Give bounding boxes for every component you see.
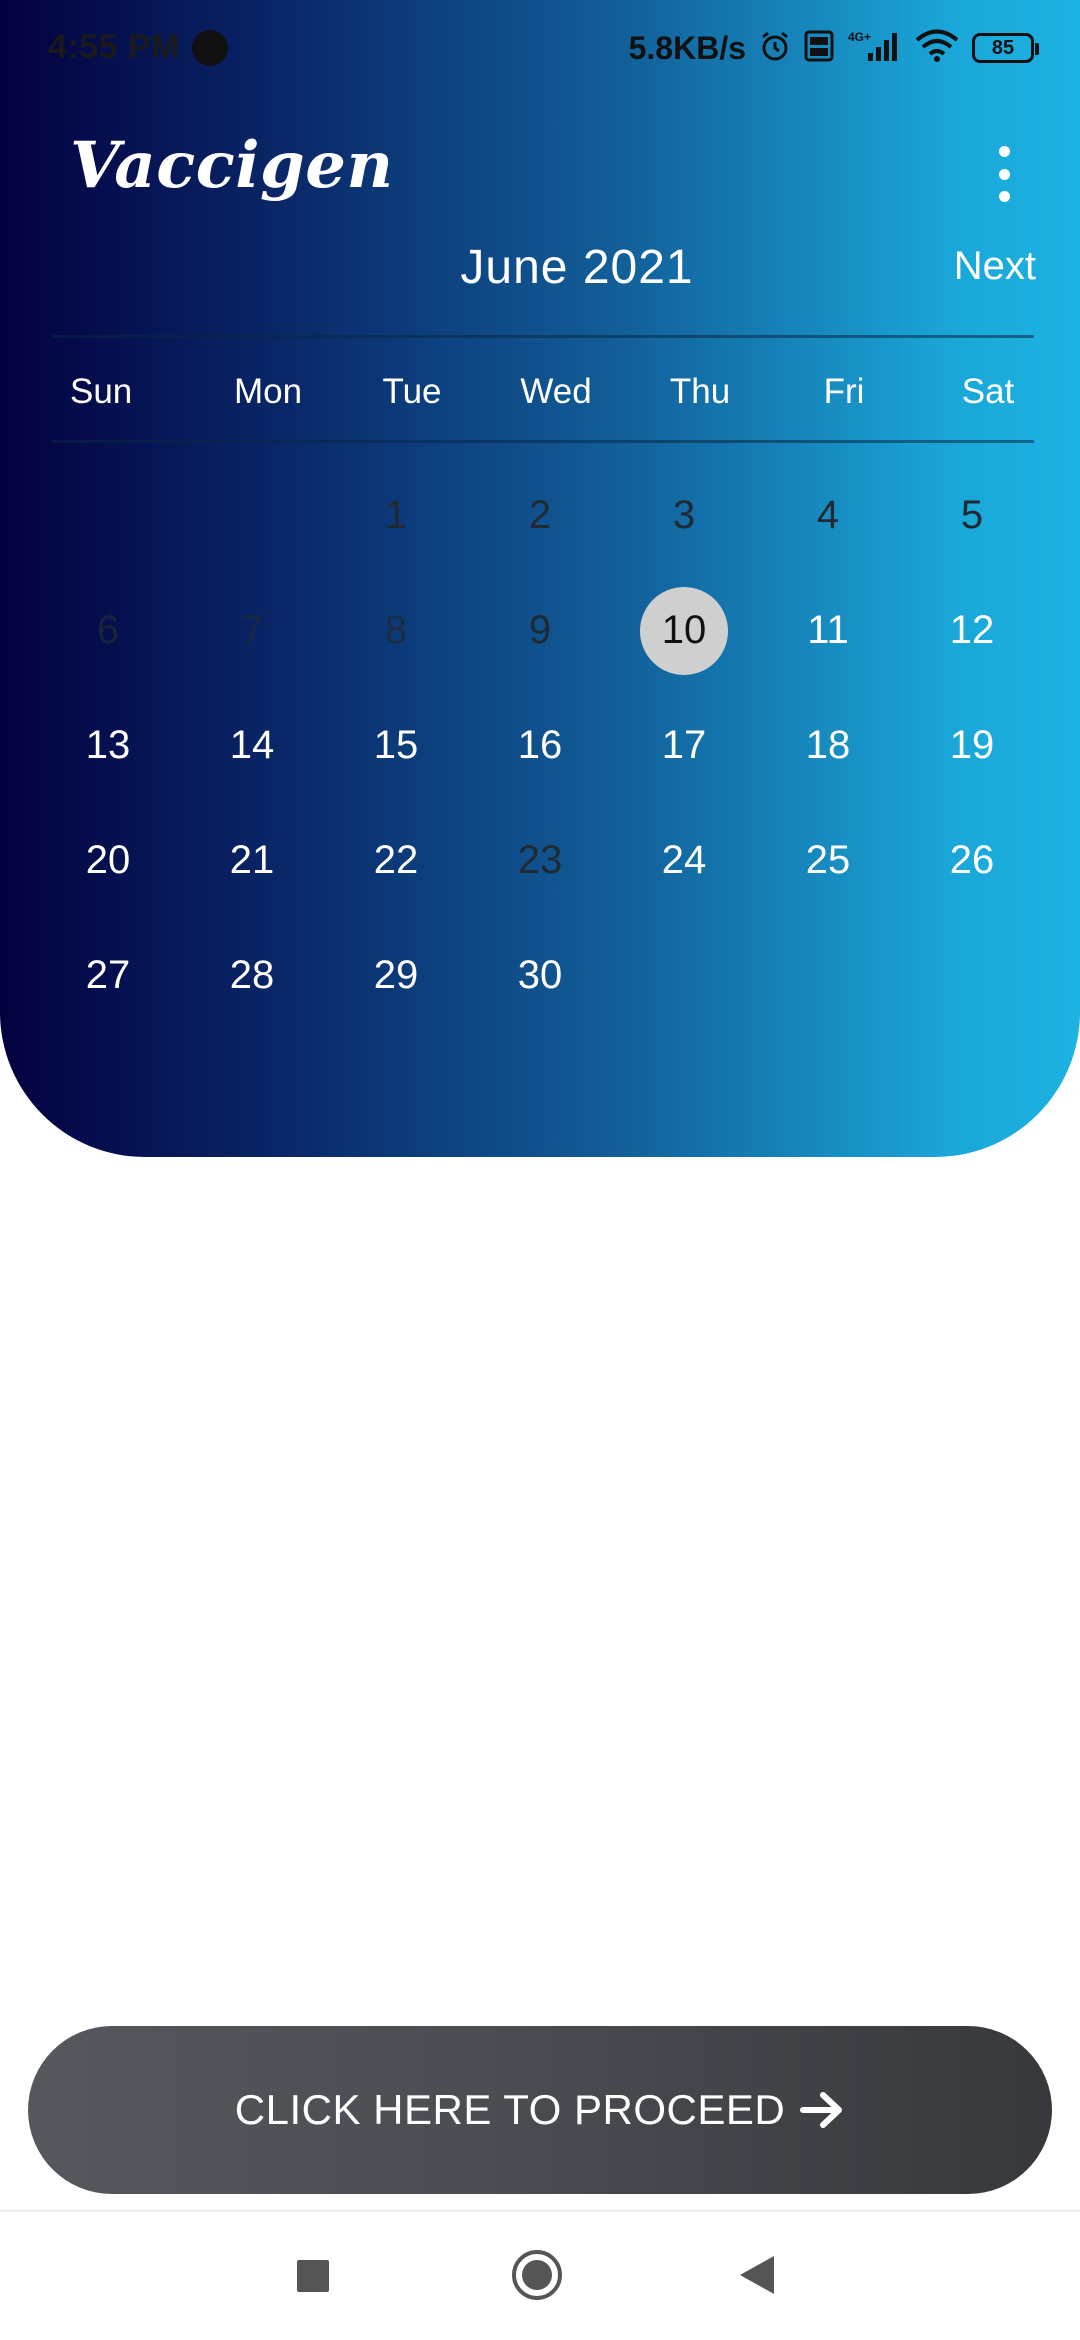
day-label: 8: [384, 608, 408, 652]
calendar-day[interactable]: 18: [756, 688, 900, 803]
day-label: 19: [949, 723, 995, 767]
day-label: 18: [805, 723, 851, 767]
network-speed: 5.8KB/s: [628, 29, 746, 66]
day-label: 14: [229, 723, 275, 767]
calendar-day[interactable]: 11: [756, 573, 900, 688]
status-bar: 4:55 PM 5.8KB/s 4G+ 85: [0, 0, 1080, 96]
next-month-button[interactable]: Next: [954, 244, 1036, 289]
recents-icon[interactable]: [297, 2260, 329, 2292]
calendar-day[interactable]: 12: [900, 573, 1044, 688]
calendar-day: 8: [324, 573, 468, 688]
day-label: 4: [816, 493, 840, 537]
day-label: 22: [373, 838, 419, 882]
day-label: 23: [517, 838, 563, 882]
month-title: June 2021: [460, 241, 694, 294]
day-label: 20: [85, 838, 131, 882]
wifi-icon: [914, 29, 960, 68]
status-indicators: 5.8KB/s 4G+ 85: [628, 24, 1039, 72]
proceed-button[interactable]: CLICK HERE TO PROCEED: [28, 2026, 1052, 2194]
calendar-day: 5: [900, 458, 1044, 573]
calendar-days-grid: 1 2 3 4 5 6 7 8 9 10 11 12 13 14 15 16 17 18 19 20 21 22 23 24 2…: [36, 458, 1044, 1033]
back-icon[interactable]: [740, 2256, 774, 2294]
calendar-blank-cell: [180, 458, 324, 573]
day-label: 24: [661, 838, 707, 882]
calendar-day[interactable]: 21: [180, 803, 324, 918]
calendar-day: 6: [36, 573, 180, 688]
day-label: 6: [96, 608, 120, 652]
day-label: 9: [528, 608, 552, 652]
alarm-icon: [758, 29, 792, 68]
day-label: 11: [807, 608, 849, 652]
calendar-blank-cell: [36, 458, 180, 573]
calendar-day: 2: [468, 458, 612, 573]
calendar-day[interactable]: 26: [900, 803, 1044, 918]
day-label: 2: [528, 493, 552, 537]
calendar-day[interactable]: 14: [180, 688, 324, 803]
calendar-day[interactable]: 30: [468, 918, 612, 1033]
weekday-sun: Sun: [70, 372, 133, 411]
day-label: 7: [240, 608, 264, 652]
day-label: 12: [949, 608, 995, 652]
proceed-button-label: CLICK HERE TO PROCEED: [234, 2086, 786, 2133]
calendar-day[interactable]: 29: [324, 918, 468, 1033]
day-label: 25: [805, 838, 851, 882]
calendar-day: 7: [180, 573, 324, 688]
weekday-thu: Thu: [669, 372, 731, 411]
weekday-divider-top: [52, 335, 1034, 338]
system-navigation-bar: [0, 2212, 1080, 2340]
day-label: 16: [517, 723, 563, 767]
calendar-day[interactable]: 27: [36, 918, 180, 1033]
day-label: 28: [229, 953, 275, 997]
weekday-sat: Sat: [961, 372, 1015, 411]
day-label: 26: [949, 838, 995, 882]
day-label: 29: [373, 953, 419, 997]
calendar-day[interactable]: 17: [612, 688, 756, 803]
weekday-fri: Fri: [823, 372, 865, 411]
calendar-day: 4: [756, 458, 900, 573]
weekday-row: Sun Mon Tue Wed Thu Fri Sat: [52, 352, 1060, 432]
day-label: 15: [373, 723, 419, 767]
more-options-icon[interactable]: [984, 146, 1024, 202]
weekday-tue: Tue: [382, 372, 442, 411]
day-label: 13: [85, 723, 131, 767]
app-screen: 4:55 PM 5.8KB/s 4G+ 85 Vaccigen June 202…: [0, 0, 1080, 2340]
weekday-divider-bottom: [52, 440, 1034, 443]
day-label: 3: [672, 493, 696, 537]
network-type-label: 4G+: [848, 30, 871, 44]
app-title: Vaccigen: [70, 128, 394, 203]
calendar-day[interactable]: 25: [756, 803, 900, 918]
volte-icon: [804, 29, 834, 68]
calendar-day[interactable]: 19: [900, 688, 1044, 803]
calendar-day: 23: [468, 803, 612, 918]
calendar-day[interactable]: 20: [36, 803, 180, 918]
weekday-wed: Wed: [520, 372, 592, 411]
day-label: 10: [640, 586, 728, 675]
calendar-day: 3: [612, 458, 756, 573]
day-label: 5: [960, 493, 984, 537]
calendar-day[interactable]: 28: [180, 918, 324, 1033]
weekday-mon: Mon: [233, 372, 303, 411]
calendar-day: 9: [468, 573, 612, 688]
day-label: 27: [85, 953, 131, 997]
calendar-day[interactable]: 22: [324, 803, 468, 918]
day-label: 17: [661, 723, 707, 767]
status-time: 4:55 PM: [48, 28, 180, 66]
calendar-day[interactable]: 15: [324, 688, 468, 803]
battery-icon: 85: [972, 33, 1039, 63]
day-label: 21: [229, 838, 275, 882]
day-label: 30: [517, 953, 563, 997]
arrow-right-icon: [799, 2090, 845, 2130]
home-icon[interactable]: [512, 2250, 562, 2300]
calendar-day[interactable]: 13: [36, 688, 180, 803]
notification-app-icon: [192, 30, 228, 66]
calendar-day[interactable]: 24: [612, 803, 756, 918]
calendar-day-selected[interactable]: 10: [612, 573, 756, 688]
calendar-day: 1: [324, 458, 468, 573]
calendar-header-panel: 4:55 PM 5.8KB/s 4G+ 85 Vaccigen June 202…: [0, 0, 1080, 1157]
cell-signal-icon: 4G+: [846, 29, 902, 68]
day-label: 1: [384, 493, 408, 537]
calendar-day[interactable]: 16: [468, 688, 612, 803]
